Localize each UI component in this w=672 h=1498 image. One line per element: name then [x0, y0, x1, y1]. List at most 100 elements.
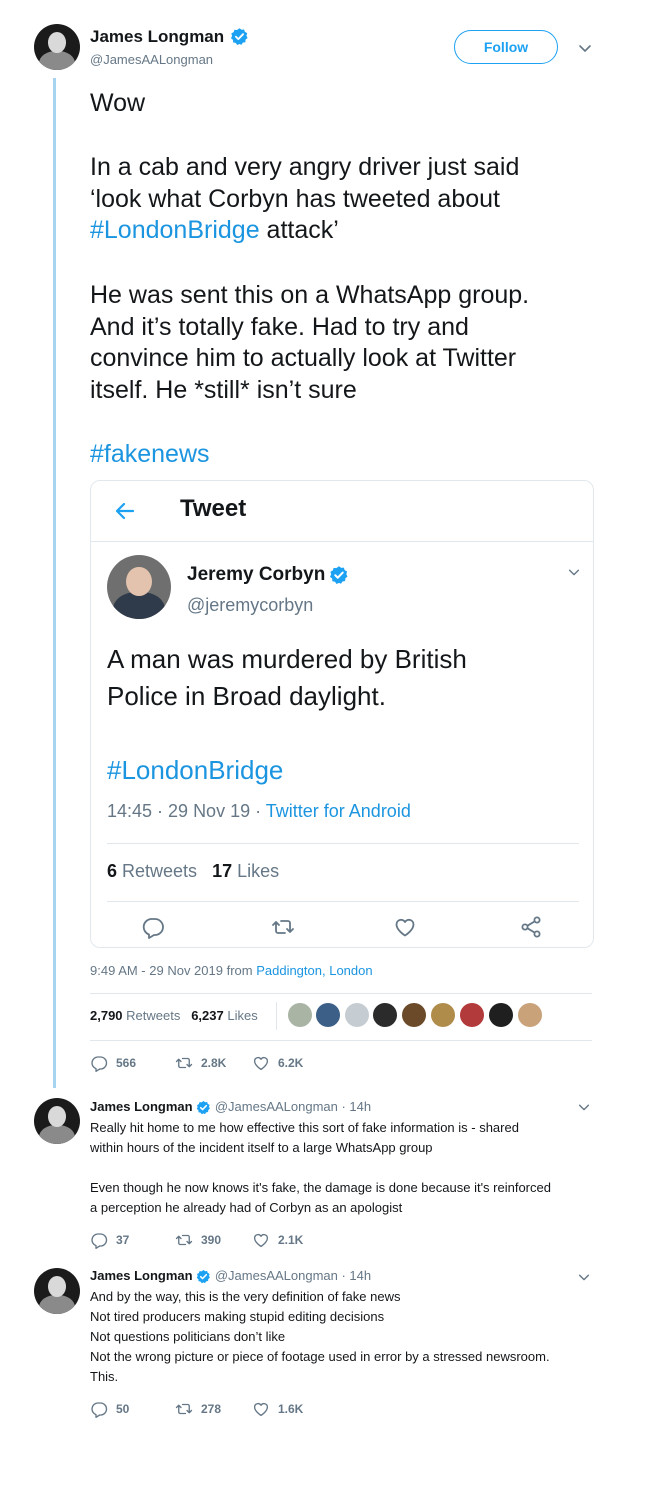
reply-action[interactable]: 37: [90, 1231, 129, 1249]
liker-avatar[interactable]: [316, 1003, 340, 1027]
tweet-line: convince him to actually look at Twitter: [90, 344, 517, 372]
retweet-action[interactable]: 2.8K: [175, 1054, 226, 1072]
reply-icon: [141, 915, 165, 939]
chevron-down-icon[interactable]: [577, 1270, 591, 1284]
liker-avatar[interactable]: [460, 1003, 484, 1027]
embedded-retweets-label: Retweets: [117, 861, 198, 881]
divider: [90, 1040, 592, 1041]
liker-avatar[interactable]: [518, 1003, 542, 1027]
reply-text: And by the way, this is the very definit…: [90, 1287, 600, 1387]
hashtag-londonbridge-link[interactable]: #LondonBridge: [90, 216, 260, 244]
embedded-meta: 14:45 · 29 Nov 19 · Twitter for Android: [107, 801, 411, 822]
like-icon: [393, 915, 417, 939]
reply-line: Not the wrong picture or piece of footag…: [90, 1349, 550, 1364]
chevron-down-icon: [567, 565, 581, 579]
author-avatar[interactable]: [34, 24, 80, 70]
stats-separator: [276, 1002, 277, 1030]
embedded-tweet-image[interactable]: Tweet Jeremy Corbyn @jeremycorbyn A man …: [90, 480, 594, 948]
reply-line: within hours of the incident itself to a…: [90, 1140, 433, 1155]
corbyn-avatar: [107, 555, 171, 619]
thread-line: [53, 78, 56, 1088]
divider: [107, 843, 579, 844]
retweets-label[interactable]: Retweets: [123, 1008, 180, 1023]
reply-avatar[interactable]: [34, 1098, 80, 1144]
reply-avatar[interactable]: [34, 1268, 80, 1314]
reply-action[interactable]: 566: [90, 1054, 136, 1072]
author-handle[interactable]: @JamesAALongman: [90, 52, 213, 67]
embedded-stats: 6 Retweets 17 Likes: [107, 861, 279, 882]
like-count: 6.2K: [278, 1056, 304, 1070]
tweet-line-tail: attack’: [259, 216, 339, 244]
tweet-line: ‘look what Corbyn has tweeted about: [90, 184, 500, 213]
embedded-hashtag: #LondonBridge: [107, 755, 284, 785]
reply-action[interactable]: 50: [90, 1400, 129, 1418]
embedded-header: Tweet: [91, 481, 593, 542]
follow-button[interactable]: Follow: [454, 30, 558, 64]
reply-header: James Longman @JamesAALongman · 14h: [90, 1268, 371, 1284]
embedded-source: Twitter for Android: [265, 801, 411, 821]
like-icon: [252, 1400, 270, 1418]
reply-count: 566: [116, 1056, 137, 1070]
hashtag-fakenews-link[interactable]: #fakenews: [90, 439, 210, 471]
reply-handle-time[interactable]: @JamesAALongman · 14h: [215, 1099, 371, 1114]
retweets-count[interactable]: 2,790: [90, 1008, 123, 1023]
embedded-line: A man was murdered by British: [107, 644, 467, 674]
reply-count: 37: [116, 1233, 130, 1247]
embedded-author-name: Jeremy Corbyn: [187, 564, 326, 585]
like-action[interactable]: 6.2K: [252, 1054, 303, 1072]
divider: [90, 993, 592, 994]
verified-badge-icon: [196, 1269, 211, 1284]
tweet-text-wow: Wow: [90, 89, 146, 117]
embedded-author-handle: @jeremycorbyn: [187, 595, 314, 615]
reply-author-name[interactable]: James Longman: [90, 1268, 193, 1283]
share-icon: [519, 915, 543, 939]
tweet-paragraph-2: He was sent this on a WhatsApp group. An…: [90, 280, 610, 406]
tweet-location-link[interactable]: Paddington, London: [256, 963, 372, 978]
tweet-line: itself. He *still* isn’t sure: [90, 375, 357, 404]
likes-count[interactable]: 6,237: [191, 1008, 224, 1023]
embedded-time: 14:45 · 29 Nov 19 ·: [107, 801, 266, 821]
embedded-likes-label: Likes: [232, 861, 280, 881]
reply-count: 50: [116, 1402, 130, 1416]
liker-avatar[interactable]: [288, 1003, 312, 1027]
reply-line: Not questions politicians don’t like: [90, 1329, 286, 1344]
retweet-icon: [175, 1400, 193, 1418]
chevron-down-icon[interactable]: [577, 1100, 591, 1114]
embedded-retweets-count: 6: [107, 861, 118, 881]
reply-icon: [90, 1054, 108, 1072]
reply-line: a perception he already had of Corbyn as…: [90, 1200, 403, 1215]
divider: [107, 901, 579, 902]
like-count: 2.1K: [278, 1233, 304, 1247]
retweet-count: 2.8K: [201, 1056, 227, 1070]
like-icon: [252, 1231, 270, 1249]
embedded-likes-count: 17: [212, 861, 233, 881]
verified-badge-icon: [196, 1100, 211, 1115]
tweet-line: And it’s totally fake. Had to try and: [90, 312, 469, 341]
reply-handle-time[interactable]: @JamesAALongman · 14h: [215, 1268, 371, 1283]
like-action[interactable]: 1.6K: [252, 1400, 303, 1418]
liker-avatar[interactable]: [402, 1003, 426, 1027]
like-action[interactable]: 2.1K: [252, 1231, 303, 1249]
author-name[interactable]: James Longman: [90, 27, 224, 47]
retweet-icon: [271, 915, 295, 939]
liker-avatar[interactable]: [431, 1003, 455, 1027]
retweet-count: 390: [201, 1233, 222, 1247]
chevron-down-icon[interactable]: [577, 40, 593, 56]
tweet-timestamp[interactable]: 9:49 AM - 29 Nov 2019 from: [90, 963, 256, 978]
reply-line: Even though he now knows it's fake, the …: [90, 1180, 551, 1195]
reply-line: This.: [90, 1369, 119, 1384]
tweet-stats: 2,790 Retweets 6,237 Likes: [90, 1008, 258, 1023]
liker-avatar[interactable]: [345, 1003, 369, 1027]
embedded-tweet-text: A man was murdered by British Police in …: [107, 641, 467, 715]
like-count: 1.6K: [278, 1402, 304, 1416]
retweet-action[interactable]: 390: [175, 1231, 221, 1249]
liker-avatar[interactable]: [489, 1003, 513, 1027]
embedded-header-title: Tweet: [180, 495, 247, 522]
reply-icon: [90, 1400, 108, 1418]
reply-author-name[interactable]: James Longman: [90, 1099, 193, 1114]
liker-avatar[interactable]: [373, 1003, 397, 1027]
reply-line: Really hit home to me how effective this…: [90, 1120, 519, 1135]
like-icon: [252, 1054, 270, 1072]
likes-label[interactable]: Likes: [224, 1008, 257, 1023]
retweet-action[interactable]: 278: [175, 1400, 221, 1418]
